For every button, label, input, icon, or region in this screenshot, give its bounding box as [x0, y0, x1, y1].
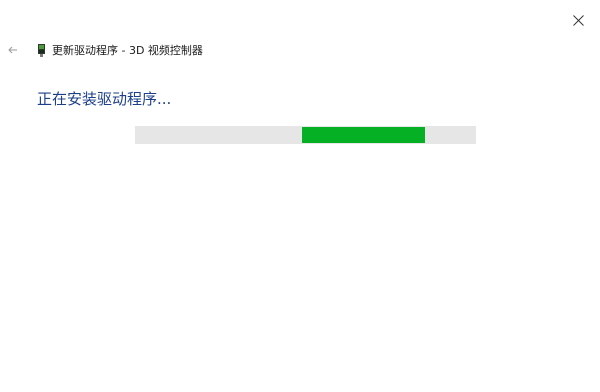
graphics-card-icon — [38, 43, 45, 57]
close-button[interactable] — [568, 10, 588, 30]
progress-bar — [135, 126, 476, 144]
back-arrow-icon — [8, 46, 17, 54]
installation-status: 正在安装驱动程序... — [37, 90, 172, 108]
update-driver-window: 更新驱动程序 - 3D 视频控制器 正在安装驱动程序... — [0, 0, 600, 392]
back-button[interactable] — [6, 40, 20, 60]
close-icon — [572, 14, 584, 26]
title-bar: 更新驱动程序 - 3D 视频控制器 — [6, 40, 203, 60]
progress-bar-fill — [302, 127, 425, 143]
window-title: 更新驱动程序 - 3D 视频控制器 — [52, 44, 203, 57]
